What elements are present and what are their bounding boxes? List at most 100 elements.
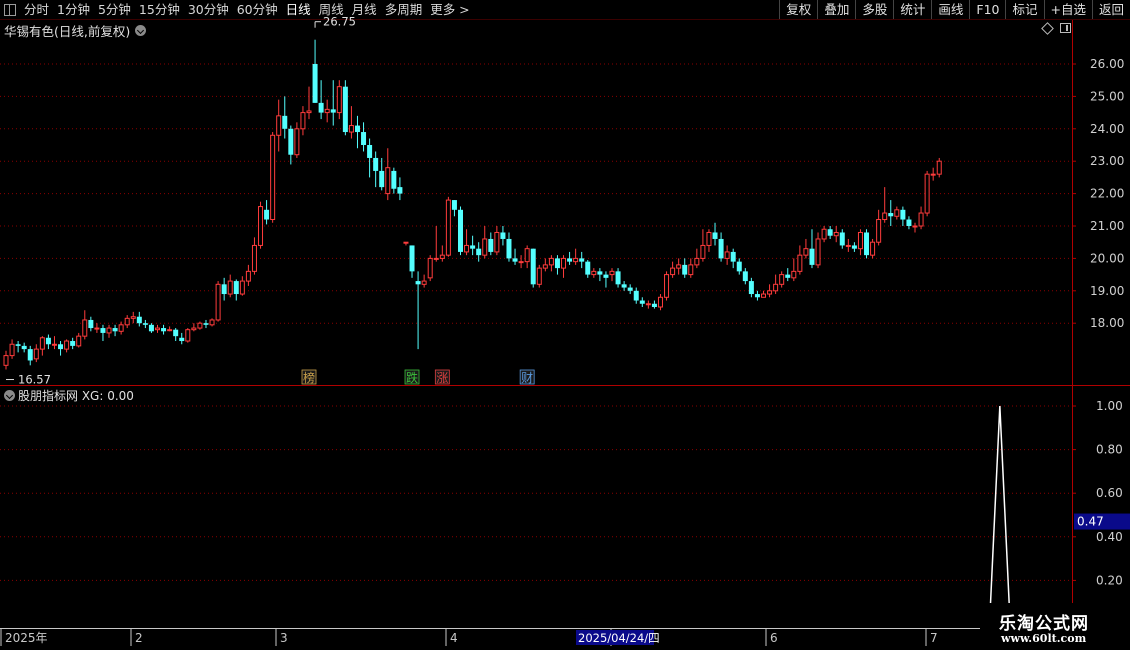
logo-main-text: 乐淘公式网 — [999, 614, 1089, 634]
candle-body-down — [809, 248, 815, 265]
time-label: 7 — [930, 631, 938, 645]
candle-body-up — [439, 254, 445, 259]
indicator-tick-label: 0.40 — [1096, 530, 1123, 544]
candle-body-up — [336, 86, 342, 114]
candle-body-up — [185, 329, 191, 342]
candle-body-up — [209, 319, 215, 326]
candle-body-up — [130, 316, 136, 319]
price-tick-label: 20.00 — [1090, 251, 1124, 265]
candle-body-down — [342, 86, 348, 133]
candle-body-up — [797, 254, 803, 272]
time-label: 6 — [770, 631, 778, 645]
watermark-logo: 乐淘公式网 www.60lt.com — [982, 603, 1130, 650]
candle-body-up — [155, 327, 160, 331]
price-tick-label: 22.00 — [1090, 187, 1124, 201]
candle-body-up — [882, 212, 888, 221]
candle-body-down — [112, 328, 118, 332]
candle-body-up — [694, 257, 700, 266]
indicator-tick-label: 0.60 — [1096, 486, 1123, 500]
event-marker-label: 涨 — [436, 370, 448, 385]
candle-body-up — [700, 244, 706, 259]
candle-body-down — [864, 232, 870, 256]
time-label: 2 — [135, 631, 143, 645]
candle-body-up — [348, 125, 354, 133]
candle-body-up — [761, 293, 766, 298]
high-price-label: 26.75 — [323, 15, 356, 29]
candle-body-up — [421, 280, 427, 285]
candle-body-down — [451, 200, 457, 210]
candle-body-up — [227, 280, 233, 295]
event-marker-label: 榜 — [303, 370, 315, 385]
candle-body-up — [791, 270, 797, 279]
price-tick-label: 19.00 — [1090, 284, 1124, 298]
candle-body-up — [306, 110, 312, 114]
chart-title-row: 华锡有色(日线,前复权) — [4, 21, 147, 40]
candle-body-up — [548, 257, 554, 266]
candle-body-up — [403, 241, 409, 244]
candle-body-up — [894, 209, 900, 217]
candle-body-down — [318, 102, 324, 113]
candle-body-down — [554, 258, 560, 269]
candle-body-up — [857, 231, 863, 250]
candle-body-up — [464, 244, 470, 253]
time-label: 3 — [280, 631, 288, 645]
candle-body-down — [88, 319, 94, 329]
candle-body-up — [300, 112, 306, 130]
candle-body-down — [730, 251, 736, 262]
candle-body-down — [221, 284, 227, 295]
candle-body-down — [161, 328, 167, 332]
candle-body-up — [251, 244, 257, 272]
candle-body-up — [924, 173, 930, 214]
candle-body-down — [361, 132, 367, 145]
candle-body-down — [567, 258, 573, 262]
candle-body-up — [833, 231, 839, 237]
candle-body-up — [845, 244, 851, 247]
price-tick-label: 23.00 — [1090, 154, 1124, 168]
candle-body-up — [445, 199, 451, 256]
candle-body-down — [839, 232, 845, 246]
candle-body-up — [779, 274, 785, 285]
price-tick-label: 26.00 — [1090, 57, 1124, 71]
indicator-cursor-value: 0.47 — [1077, 515, 1104, 529]
candle-body-down — [458, 209, 463, 252]
kline-chart[interactable]: 26.0025.0024.0023.0022.0021.0020.0019.00… — [0, 0, 1130, 650]
candle-body-down — [233, 281, 239, 295]
price-tick-label: 24.00 — [1090, 122, 1124, 136]
candle-body-down — [288, 128, 294, 155]
candle-body-down — [415, 281, 421, 285]
candle-body-down — [900, 209, 906, 220]
candle-body-down — [682, 264, 688, 275]
indicator-line — [988, 405, 1011, 625]
candle-body-down — [27, 349, 33, 361]
candle-body-down — [203, 323, 209, 325]
candle-body-down — [639, 300, 645, 304]
candle-body-down — [748, 281, 754, 295]
candle-body-down — [851, 245, 857, 249]
panel-toggle-icon[interactable] — [1060, 23, 1071, 33]
candle-body-up — [482, 238, 488, 256]
candle-body-up — [524, 248, 530, 263]
candle-body-down — [179, 337, 185, 342]
candle-body-up — [197, 322, 203, 329]
candle-body-down — [585, 261, 591, 275]
candle-body-down — [373, 157, 379, 171]
candle-body-down — [785, 274, 791, 278]
chevron-down-icon[interactable] — [135, 25, 147, 36]
candle-body-up — [385, 167, 391, 195]
candle-body-down — [21, 345, 27, 350]
candle-body-down — [615, 271, 621, 285]
candle-body-up — [9, 343, 15, 357]
candle-body-up — [536, 267, 542, 285]
candle-body-up — [3, 355, 9, 366]
candle-body-down — [100, 328, 106, 333]
chevron-down-icon[interactable] — [4, 390, 15, 401]
candle-body-up — [276, 115, 282, 136]
candle-body-up — [724, 251, 730, 259]
candle-body-up — [706, 231, 712, 246]
candle-body-up — [645, 303, 651, 306]
time-label: 4 — [450, 631, 458, 645]
candle-body-down — [627, 287, 633, 291]
event-marker-label: 跌 — [406, 370, 418, 385]
low-price-label: 16.57 — [18, 373, 51, 387]
candle-body-down — [603, 274, 609, 278]
